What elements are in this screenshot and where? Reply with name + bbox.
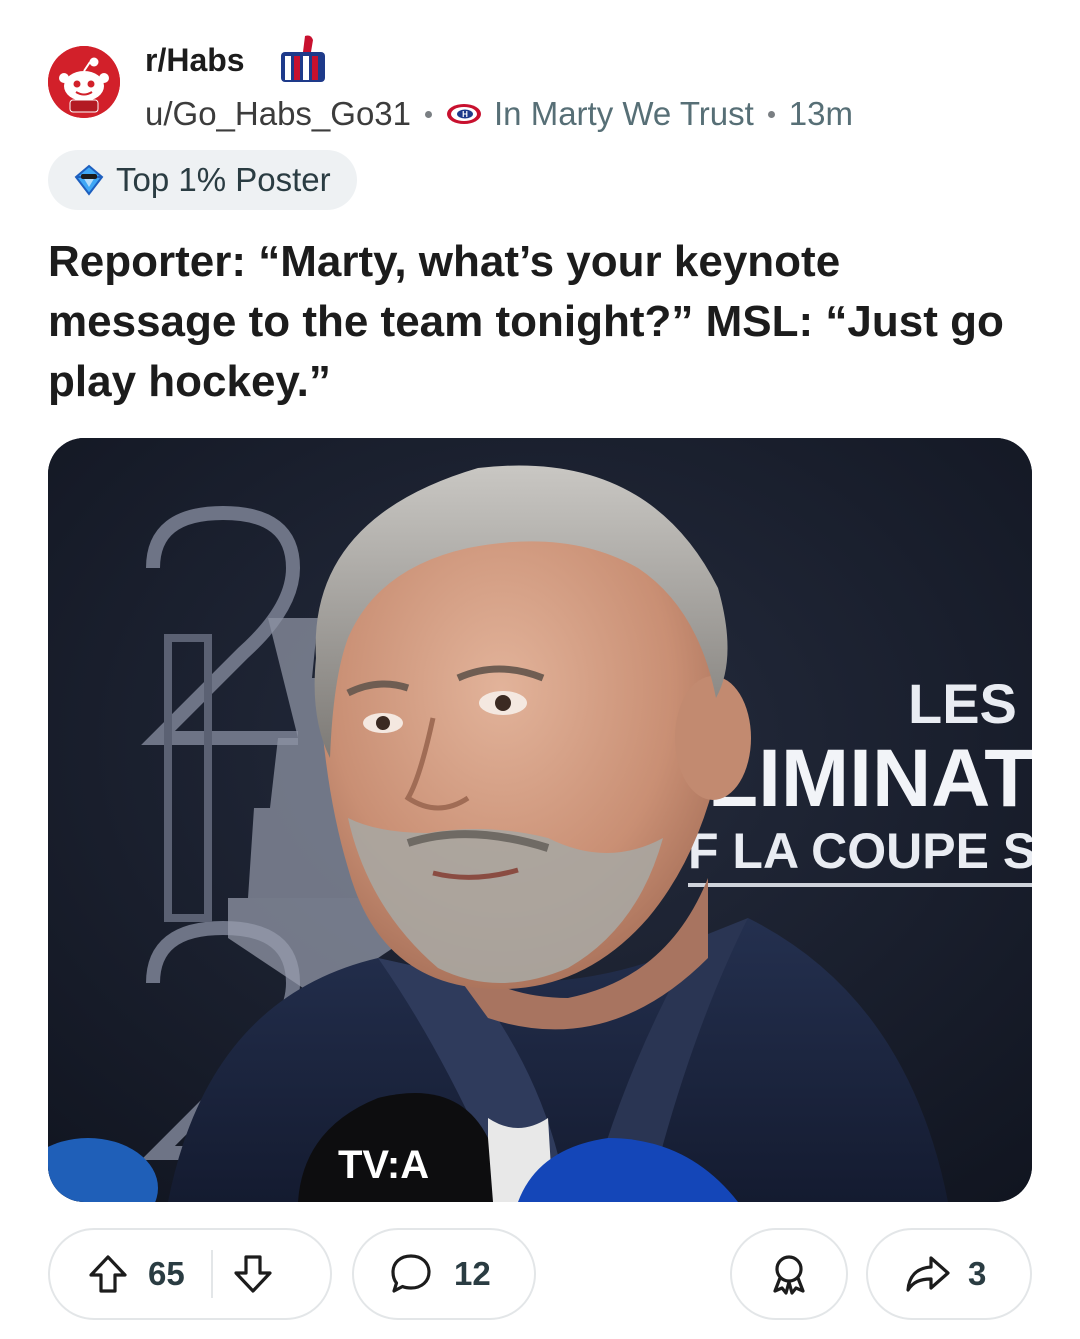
diamond-badge-icon: [74, 164, 104, 196]
separator-dot: [767, 110, 775, 118]
upvote-count: 65: [148, 1255, 185, 1292]
upvote-button[interactable]: [86, 1252, 130, 1296]
post-time: 13m: [788, 95, 853, 132]
snoo-avatar-icon: [48, 46, 120, 118]
post-meta: u/Go_Habs_Go31 H In Marty We Trust 13m: [145, 93, 853, 135]
post-title[interactable]: Reporter: “Marty, what’s your keynote me…: [48, 232, 1038, 412]
svg-text:H: H: [462, 110, 468, 119]
share-icon-wrap: [904, 1252, 952, 1296]
subreddit-name[interactable]: r/Habs: [145, 40, 245, 80]
mic-logo-text: TV:A: [338, 1143, 429, 1187]
user-flair: In Marty We Trust: [494, 95, 754, 132]
vote-control: 65: [48, 1228, 332, 1320]
downvote-button[interactable]: [231, 1252, 275, 1296]
comment-icon: [391, 1254, 431, 1293]
author-link[interactable]: u/Go_Habs_Go31: [145, 95, 411, 133]
award-button[interactable]: [730, 1228, 848, 1320]
badge-label: Top 1% Poster: [116, 161, 331, 198]
share-icon: [906, 1256, 950, 1292]
backdrop-text-1: LES S: [908, 672, 1032, 735]
post-image[interactable]: LES S LIMINATO F LA COUPE STA: [48, 438, 1032, 1202]
subreddit-avatar[interactable]: [48, 46, 120, 118]
share-button[interactable]: 3: [866, 1228, 1032, 1320]
award-icon: [773, 1255, 805, 1295]
thumbs-up-icon: [281, 35, 325, 82]
separator-dot: [425, 110, 433, 118]
top-poster-badge[interactable]: Top 1% Poster: [48, 150, 357, 210]
vote-divider: [210, 1250, 213, 1298]
downvote-icon: [234, 1255, 272, 1293]
comments-button[interactable]: 12: [352, 1228, 536, 1320]
upvote-icon: [89, 1255, 127, 1293]
habs-logo-icon: H: [447, 104, 482, 124]
backdrop-text-3: F LA COUPE STA: [688, 823, 1032, 879]
press-conference-photo: LES S LIMINATO F LA COUPE STA: [48, 438, 1032, 1202]
backdrop-text-2: LIMINATO: [708, 733, 1032, 824]
share-count: 3: [968, 1255, 987, 1292]
comment-count: 12: [454, 1255, 491, 1292]
comment-icon-wrap: [388, 1251, 434, 1297]
reddit-post: r/Habs u/Go_Habs_Go31 H In Marty We Trus…: [0, 0, 1080, 1339]
